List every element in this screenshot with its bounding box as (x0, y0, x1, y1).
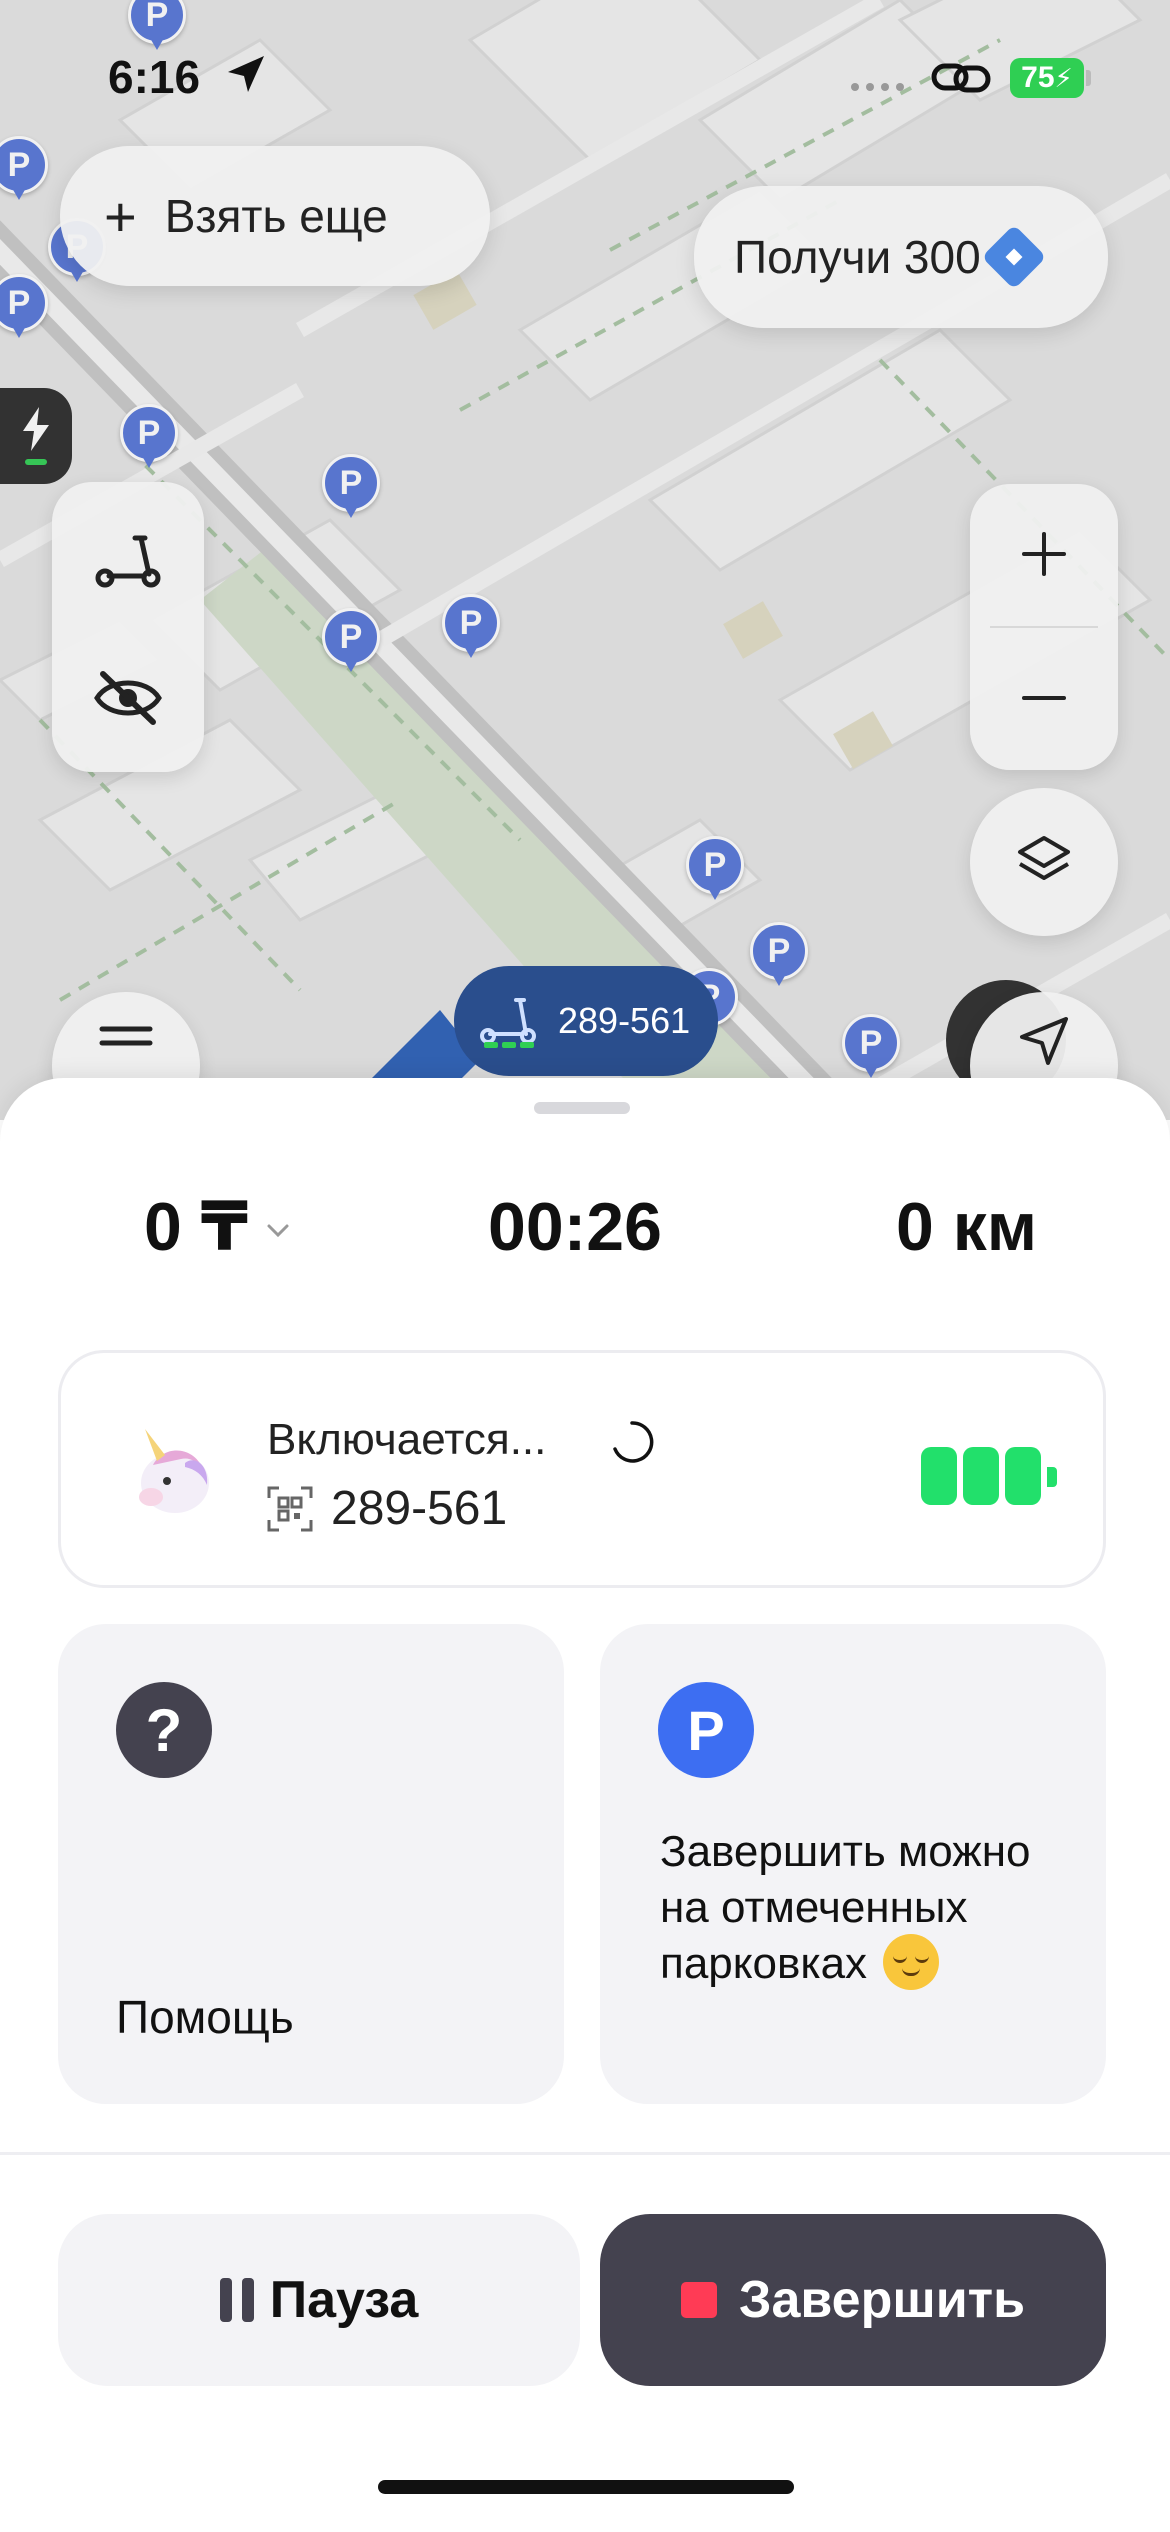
chevron-down-icon (267, 1224, 289, 1237)
pause-icon (219, 2278, 254, 2322)
qr-code-icon (267, 1486, 313, 1531)
scooter-icon (95, 535, 161, 588)
ride-stats: 0 ₸ 00:26 0 км (0, 1188, 1170, 1278)
take-more-button[interactable]: + Взять еще (60, 146, 490, 286)
sheet-handle[interactable] (534, 1102, 630, 1114)
pause-label: Пауза (269, 2271, 419, 2329)
parking-pin[interactable]: P (750, 922, 808, 992)
plus-icon (1022, 532, 1066, 576)
status-bar: 6:16 75 ⚡ (0, 0, 1170, 150)
zoom-controls (970, 484, 1118, 770)
take-more-label: Взять еще (164, 190, 388, 242)
stop-icon (680, 2282, 717, 2318)
map-view[interactable]: P P P P P P P P P P P P 289-561 + Взять … (0, 0, 1170, 1120)
parking-pin[interactable]: P (120, 404, 178, 474)
link-icon (931, 63, 991, 93)
parking-pin[interactable]: P (442, 594, 500, 664)
zoom-in-button[interactable] (970, 484, 1118, 624)
unicorn-avatar-icon (139, 1429, 209, 1513)
eye-off-icon (94, 671, 162, 725)
layers-button[interactable] (970, 788, 1118, 936)
ride-cost-value: 0 ₸ (144, 1189, 249, 1265)
divider (0, 2152, 1170, 2155)
parking-pin[interactable]: P (0, 274, 48, 344)
parking-icon: P (658, 1682, 754, 1778)
finish-button[interactable]: Завершить (600, 2214, 1106, 2386)
parking-pin[interactable]: P (322, 454, 380, 524)
current-scooter-marker[interactable]: 289-561 (454, 966, 718, 1076)
scooter-battery-icon (921, 1447, 1045, 1505)
parking-pin[interactable]: P (322, 608, 380, 678)
zoom-out-button[interactable] (970, 628, 1118, 768)
location-services-icon (228, 56, 264, 92)
parking-pin[interactable]: P (842, 1014, 900, 1084)
relieved-face-icon (883, 1934, 940, 1991)
diamond-icon (981, 224, 1047, 290)
help-tile[interactable]: ? Помощь (58, 1624, 564, 2104)
location-arrow-icon (1020, 1017, 1068, 1065)
parking-pin[interactable]: P (686, 836, 744, 906)
home-indicator[interactable] (378, 2480, 794, 2494)
ride-timer: 00:26 (488, 1189, 662, 1265)
charging-station-pin[interactable] (0, 388, 72, 484)
ride-distance: 0 км (896, 1189, 1038, 1265)
scooter-icon (480, 998, 536, 1044)
ride-cost[interactable]: 0 ₸ (144, 1188, 290, 1267)
bonus-button[interactable]: Получи 300 (694, 186, 1108, 328)
scooter-id: 289-561 (267, 1481, 507, 1536)
scooter-filter-button[interactable] (52, 490, 204, 630)
scooter-id-value: 289-561 (331, 1482, 508, 1535)
hide-toggle-button[interactable] (52, 628, 204, 768)
loading-spinner-icon (613, 1421, 654, 1463)
scooter-tag-id: 289-561 (558, 1000, 691, 1041)
map-filter-stack (52, 482, 204, 772)
menu-icon (99, 1026, 153, 1046)
plus-icon: + (104, 184, 137, 248)
help-label: Помощь (116, 1991, 294, 2043)
parking-note: Завершить можно на отмеченных парковках (660, 1827, 1031, 1988)
charging-bolt-icon: ⚡ (1054, 62, 1073, 93)
finish-label: Завершить (738, 2271, 1026, 2329)
parking-info-tile[interactable]: P Завершить можно на отмеченных парковка… (600, 1624, 1106, 2104)
lightning-icon (23, 407, 49, 451)
minus-icon (1022, 696, 1066, 700)
pause-button[interactable]: Пауза (58, 2214, 580, 2386)
battery-level: 75 (1021, 61, 1055, 94)
status-time: 6:16 (108, 51, 201, 103)
question-icon: ? (116, 1682, 212, 1778)
ride-sheet: 0 ₸ 00:26 0 км Включается... 289-561 ? П… (0, 1078, 1170, 2532)
scooter-tag-battery (484, 1042, 534, 1048)
scooter-card[interactable]: Включается... 289-561 (58, 1350, 1106, 1588)
layers-icon (1018, 836, 1070, 880)
scooter-status: Включается... (267, 1415, 547, 1464)
bonus-label: Получи 300 (734, 231, 981, 283)
signal-icon (851, 83, 904, 91)
battery-indicator: 75 ⚡ (1010, 58, 1084, 98)
